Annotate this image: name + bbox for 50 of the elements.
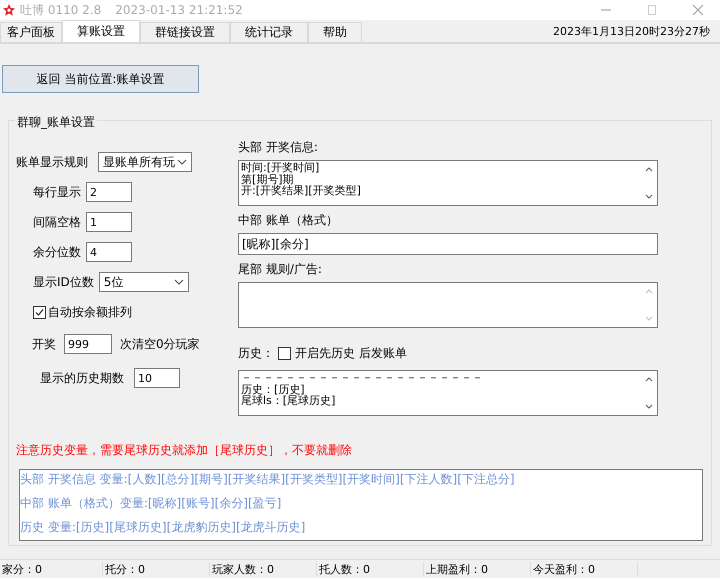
- window-timestamp: 2023-01-13 21:21:52: [115, 3, 243, 17]
- variables-text: 头部 开奖信息 变量:[人数][总分][期号][开奖结果][开奖类型][开奖时间][下注人数][下注总分]: [20, 471, 516, 488]
- tab[interactable]: 统计记录: [230, 22, 308, 42]
- back-button[interactable]: 返回 当前位置:账单设置: [2, 65, 199, 93]
- clock-text: 2023年1月13日20时23分27秒: [553, 24, 711, 38]
- window-title: 吐博 0110 2.8: [20, 2, 102, 18]
- field-label: 账单显示规则: [16, 154, 88, 170]
- input-field[interactable]: 10: [134, 368, 180, 388]
- group-title: 群聊_账单设置: [15, 114, 97, 131]
- field-suffix: 次清空0分玩家: [120, 336, 200, 352]
- status-text: 托人数：0: [317, 562, 424, 576]
- variables-text: 中部 账单（格式）变量:[昵称][账号][余分][盈亏]: [20, 495, 282, 512]
- tab[interactable]: 客户面板: [0, 22, 62, 42]
- field-label: 间隔空格: [33, 214, 81, 230]
- header-label: 头部 开奖信息:: [238, 139, 319, 156]
- status-text: 上期盈利：0: [424, 562, 531, 576]
- input-field[interactable]: 4: [86, 242, 132, 262]
- checkbox-label: 自动按余额排列: [48, 304, 132, 320]
- status-text: 玩家人数：0: [210, 562, 317, 576]
- checkbox[interactable]: [33, 306, 46, 318]
- field-label: 余分位数: [33, 244, 81, 260]
- input-field[interactable]: 1: [86, 212, 132, 232]
- footer-textarea[interactable]: [238, 282, 658, 328]
- footer-label: 尾部 规则/广告:: [238, 261, 323, 278]
- field-label: 显示ID位数: [33, 274, 94, 290]
- input-field[interactable]: 999: [64, 334, 112, 354]
- header-textarea[interactable]: 时间:[开奖时间] 第[期号]期 开:[开奖结果][开奖类型]: [238, 160, 658, 206]
- status-text: 今天盈利：0: [531, 562, 638, 576]
- field-label: 开奖: [32, 336, 56, 352]
- chevron-down-icon: [177, 159, 187, 165]
- tab[interactable]: 群链接设置: [140, 22, 230, 42]
- input-field[interactable]: 2: [86, 182, 132, 202]
- tab[interactable]: 帮助: [308, 22, 362, 42]
- checkbox-label: 开启先历史 后发账单: [295, 345, 407, 362]
- variables-text: 历史 变量:[历史][尾球历史][龙虎豹历史][龙虎斗历史]: [20, 519, 306, 536]
- rule-dropdown[interactable]: 显账单所有玩: [98, 152, 192, 172]
- field-label: 每行显示: [33, 184, 81, 200]
- chevron-down-icon: [174, 279, 184, 285]
- id-digits-dropdown[interactable]: 5位: [98, 272, 189, 292]
- history-label: 历史：: [238, 345, 274, 362]
- close-icon[interactable]: [692, 4, 704, 16]
- checkbox[interactable]: [278, 347, 291, 360]
- tab[interactable]: 算账设置: [62, 20, 140, 42]
- middle-label: 中部 账单（格式）: [238, 212, 339, 229]
- warning-text: 注意历史变量，需要尾球历史就添加［尾球历史］，不要就删除: [16, 442, 353, 459]
- field-label: 显示的历史期数: [40, 370, 124, 386]
- status-text: 家分：0: [0, 562, 103, 576]
- status-text: 托分：0: [103, 562, 210, 576]
- format-input-field[interactable]: [昵称][余分]: [238, 233, 658, 255]
- history-textarea[interactable]: －－－－－－－－－－－－－－－－－－－－－－ 历史：[历史] 尾球ls：[尾球历史]: [238, 370, 658, 416]
